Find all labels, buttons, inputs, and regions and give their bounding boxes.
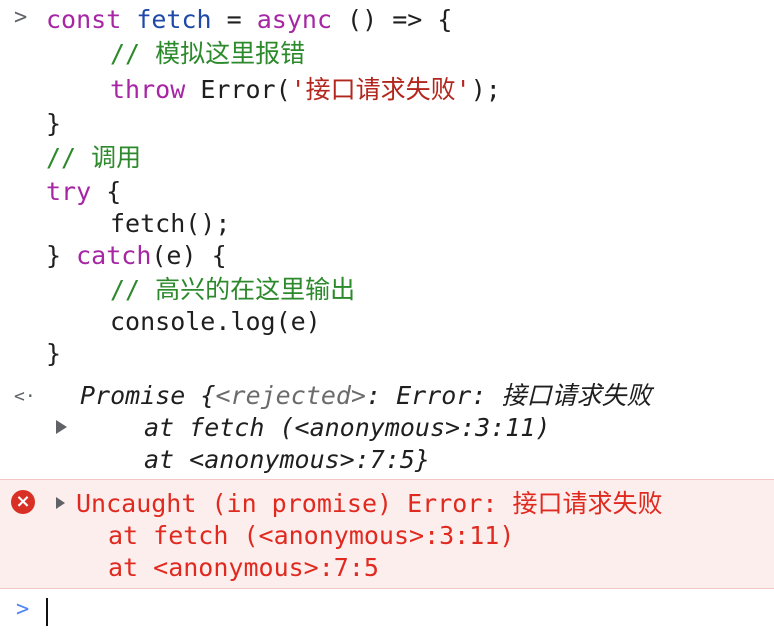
code-line: } [46,338,61,370]
devtools-console: > const fetch = async () => { // 模拟这里报错 th… [0,0,774,644]
code-token: throw [110,75,201,104]
result-promise-prefix: Promise { [80,381,216,410]
code-line: } [46,108,61,140]
code-token: } [46,339,62,368]
result-line: Promise {<rejected>: Error: 接口请求失败 [80,380,651,412]
code-token: catch [76,241,152,270]
code-line: } catch(e) { [46,240,227,272]
code-token: fetch [136,5,212,34]
chevron-right-icon: > [16,597,30,622]
code-token: '接口请求失败' [290,75,471,104]
expand-triangle-icon[interactable] [56,497,65,509]
return-arrow-icon: <· [14,386,36,407]
result-stack-line: at fetch (<anonymous>:3:11) [144,413,551,442]
code-line: console.log(e) [46,306,321,338]
code-token: console.log(e) [110,307,321,336]
code-token: (e) { [151,241,227,270]
console-error-entry: × Uncaught (in promise) Error: 接口请求失败 at… [0,479,774,589]
code-line: const fetch = async () => { [46,4,452,36]
error-stack-line: at fetch (<anonymous>:3:11) [108,521,515,550]
code-token: try [46,177,92,206]
code-token: fetch(); [110,209,231,238]
code-token: // 高兴的在这里输出 [110,275,356,304]
result-promise-state: <rejected> [215,381,366,410]
code-token: async [256,5,332,34]
error-icon: × [11,490,35,514]
code-line: throw Error('接口请求失败'); [46,74,501,106]
code-token: const [46,5,137,34]
code-line: fetch(); [46,208,230,240]
result-stack-line: at <anonymous>:7:5} [144,445,430,474]
code-token: () => { [332,5,453,34]
chevron-right-icon: > [14,5,28,30]
error-message: Uncaught (in promise) Error: 接口请求失败 [76,489,663,518]
code-token: // 调用 [46,143,142,172]
console-prompt[interactable]: > [0,590,774,644]
code-line: // 高兴的在这里输出 [46,274,355,306]
code-token: } [46,241,77,270]
code-token: // 模拟这里报错 [110,39,306,68]
console-input-entry: > const fetch = async () => { // 模拟这里报错 th… [0,0,774,375]
code-line: // 调用 [46,142,141,174]
result-error-text: : Error: 接口请求失败 [365,381,652,410]
code-token: ); [470,75,501,104]
code-token: { [91,177,122,206]
code-token: Error( [200,75,291,104]
console-result-entry: <· Promise {<rejected>: Error: 接口请求失败 at… [0,380,774,478]
code-line: // 模拟这里报错 [46,38,305,70]
text-cursor[interactable] [46,598,48,626]
code-token: } [46,109,62,138]
code-line: try { [46,176,121,208]
code-token: = [211,5,257,34]
error-stack-line: at <anonymous>:7:5 [108,553,379,582]
expand-triangle-icon[interactable] [56,420,67,434]
